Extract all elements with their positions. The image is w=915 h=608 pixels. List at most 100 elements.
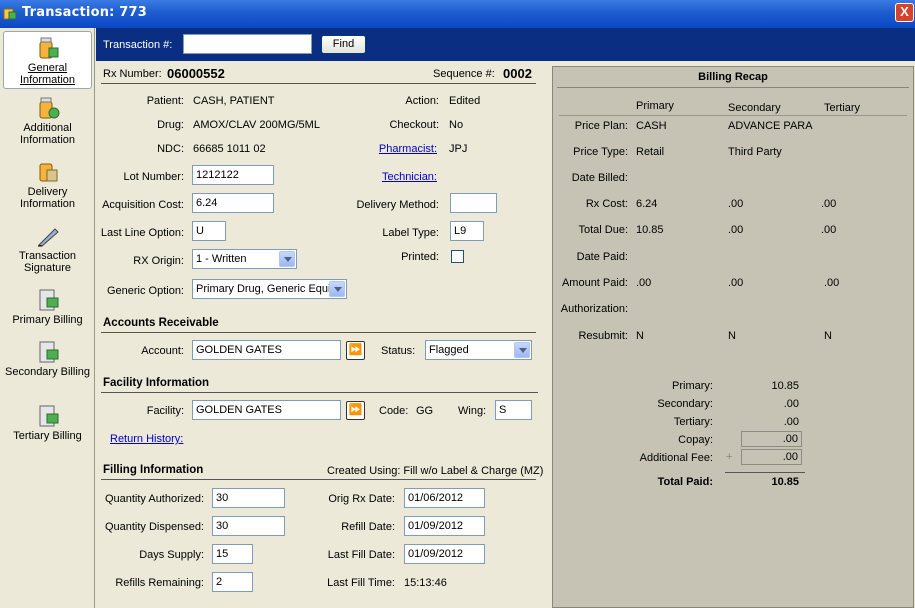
status-select[interactable]: Flagged [425,340,532,360]
window-title: Transaction: 773 [22,5,148,20]
facility-input[interactable]: GOLDEN GATES [192,400,341,420]
generic-option-select[interactable]: Primary Drug, Generic Equiv [192,279,347,299]
transaction-number-input[interactable] [183,34,312,54]
acquisition-cost-label: Acquisition Cost: [102,199,184,211]
fast-forward-icon[interactable]: ⏩ [346,341,365,360]
facility-label: Facility: [146,405,184,417]
sidebar-item-primary-billing[interactable]: Primary Billing [3,288,92,330]
delivery-method-label: Delivery Method: [356,199,439,211]
sidebar: General Information Additional Informati… [0,28,95,608]
pill-bottle-plus-icon [39,97,59,119]
printed-label: Printed: [401,251,439,263]
refill-date-input[interactable]: 01/09/2012 [404,516,485,536]
quantity-dispensed-input[interactable]: 30 [212,516,285,536]
divider [559,115,907,116]
drug-label: Drug: [157,119,184,131]
last-line-option-input[interactable]: U [192,221,226,241]
total-paid-label: Total Paid: [657,476,713,488]
rx-origin-label: RX Origin: [133,255,184,267]
quantity-authorized-label: Quantity Authorized: [104,493,204,505]
chevron-down-icon[interactable] [329,281,345,297]
general-information-panel: Rx Number: 06000552 Sequence #: 0002 Pat… [96,61,551,608]
recap-secondary-value: .00 [728,198,744,210]
divider [557,87,909,88]
status-label: Status: [381,345,416,357]
rx-origin-select[interactable]: 1 - Written [192,249,297,269]
account-input[interactable]: GOLDEN GATES [192,340,341,360]
sidebar-item-transaction-signature[interactable]: Transaction Signature [3,224,92,276]
billing-recap-panel: Billing Recap Primary Secondary Tertiary… [552,66,914,608]
quantity-dispensed-label: Quantity Dispensed: [104,521,204,533]
last-line-option-label: Last Line Option: [100,227,184,239]
recap-row-label: Date Paid: [576,251,628,263]
billing-recap-title: Billing Recap [698,71,768,83]
delivery-method-input[interactable] [450,193,497,213]
divider [101,332,536,333]
summary-secondary-value: .00 [783,398,799,410]
divider [101,83,536,84]
close-button[interactable]: X [895,3,914,22]
checkout-label: Checkout: [389,119,439,131]
lot-number-label: Lot Number: [123,171,184,183]
last-fill-date-label: Last Fill Date: [327,549,395,561]
rx-number-label: Rx Number: [103,68,162,80]
facility-information-heading: Facility Information [103,377,210,389]
sequence-number-value: 0002 [503,66,532,81]
sidebar-item-secondary-billing[interactable]: Secondary Billing [3,340,92,392]
transaction-number-label: Transaction #: [103,39,173,51]
account-label: Account: [141,345,184,357]
sidebar-item-additional-information[interactable]: Additional Information [3,96,92,148]
lot-number-input[interactable]: 1212122 [192,165,274,185]
filling-information-heading: Filling Information [103,464,204,476]
recap-primary-value: CASH [636,120,667,132]
last-fill-time-label: Last Fill Time: [327,577,395,589]
wing-input[interactable]: S [495,400,532,420]
wing-label: Wing: [458,405,487,417]
column-tertiary: Tertiary [824,102,861,114]
summary-tertiary-label: Tertiary: [673,416,713,428]
recap-tertiary-value: .00 [821,198,837,210]
last-fill-date-input[interactable]: 01/09/2012 [404,544,485,564]
refills-remaining-label: Refills Remaining: [115,577,204,589]
recap-secondary-value: .00 [728,224,744,236]
acquisition-cost-input[interactable]: 6.24 [192,193,274,213]
technician-link[interactable]: Technician: [346,171,437,183]
ndc-value: 66685 1011 02 [193,143,266,155]
recap-secondary-value: ADVANCE PARA [728,120,813,132]
sidebar-item-general-information[interactable]: General Information [3,31,92,89]
fast-forward-icon[interactable]: ⏩ [346,401,365,420]
delivery-package-icon [39,163,57,182]
summary-primary-label: Primary: [672,380,713,392]
return-history-link[interactable]: Return History: [110,433,183,445]
orig-rx-date-input[interactable]: 01/06/2012 [404,488,485,508]
recap-tertiary-value: N [824,330,832,342]
printed-checkbox[interactable] [451,250,464,263]
code-value: GG [416,405,434,417]
days-supply-input[interactable]: 15 [212,544,253,564]
refills-remaining-input[interactable]: 2 [212,572,253,592]
recap-row-label: Amount Paid: [561,277,628,289]
recap-row-label: Rx Cost: [585,198,628,210]
copay-field[interactable]: .00 [741,431,802,447]
quantity-authorized-input[interactable]: 30 [212,488,285,508]
billing-icon [39,341,58,363]
sidebar-item-tertiary-billing[interactable]: Tertiary Billing [3,404,92,446]
chevron-down-icon[interactable] [514,342,530,358]
sidebar-item-delivery-information[interactable]: Delivery Information [3,160,92,212]
plus-icon: + [726,451,733,463]
status-value: Flagged [429,344,469,356]
recap-row-label: Price Plan: [574,120,628,132]
created-using-text: Created Using: Fill w/o Label & Charge (… [327,465,544,477]
label-type-input[interactable]: L9 [450,221,484,241]
summary-additional-fee-label: Additional Fee: [639,452,713,464]
sidebar-item-label: Primary Billing [12,314,83,326]
last-fill-time-value: 15:13:46 [404,577,447,589]
sidebar-item-label: Tertiary Billing [13,430,82,442]
signature-pen-icon [37,228,59,247]
find-button[interactable]: Find [321,35,366,54]
drug-value: AMOX/CLAV 200MG/5ML [193,119,320,131]
recap-row-label: Authorization: [560,303,628,315]
chevron-down-icon[interactable] [279,251,295,267]
pharmacist-link[interactable]: Pharmacist: [346,143,437,155]
additional-fee-field[interactable]: .00 [741,449,802,465]
